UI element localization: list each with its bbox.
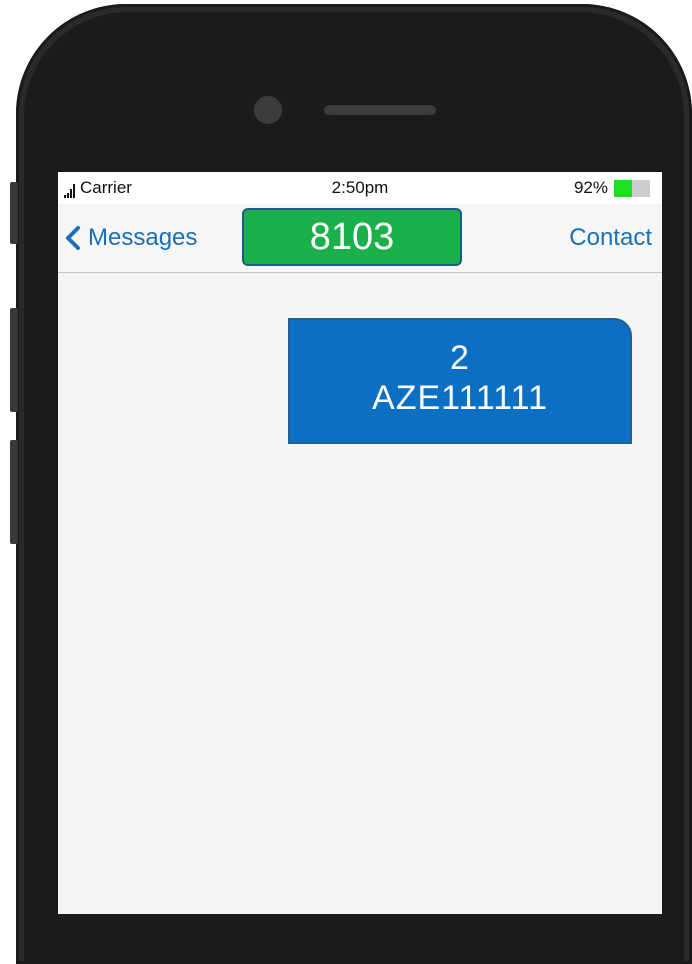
message-line: AZE111111 bbox=[372, 379, 548, 417]
back-button[interactable]: Messages bbox=[62, 224, 197, 252]
mute-switch bbox=[10, 182, 18, 244]
message-line: 2 bbox=[450, 339, 470, 377]
battery-icon bbox=[614, 179, 650, 197]
volume-down-button bbox=[10, 440, 18, 544]
back-label: Messages bbox=[88, 224, 198, 251]
navigation-bar: Messages 8103 Contact bbox=[58, 204, 662, 273]
volume-up-button bbox=[10, 308, 18, 412]
earpiece-speaker bbox=[324, 105, 436, 115]
phone-screen: Carrier 2:50pm 92% Messages 8103 Contact… bbox=[58, 172, 662, 914]
contact-button[interactable]: Contact bbox=[569, 224, 652, 252]
front-camera bbox=[254, 96, 282, 124]
clock: 2:50pm bbox=[331, 178, 389, 197]
chevron-left-icon bbox=[66, 226, 80, 250]
message-bubble-outgoing: 2 AZE111111 bbox=[288, 318, 632, 444]
conversation-title: 8103 bbox=[242, 208, 462, 266]
battery-indicator: 92% bbox=[574, 178, 650, 198]
battery-fill bbox=[614, 179, 632, 197]
battery-percent: 92% bbox=[573, 178, 608, 197]
status-bar: Carrier 2:50pm 92% bbox=[58, 172, 662, 204]
